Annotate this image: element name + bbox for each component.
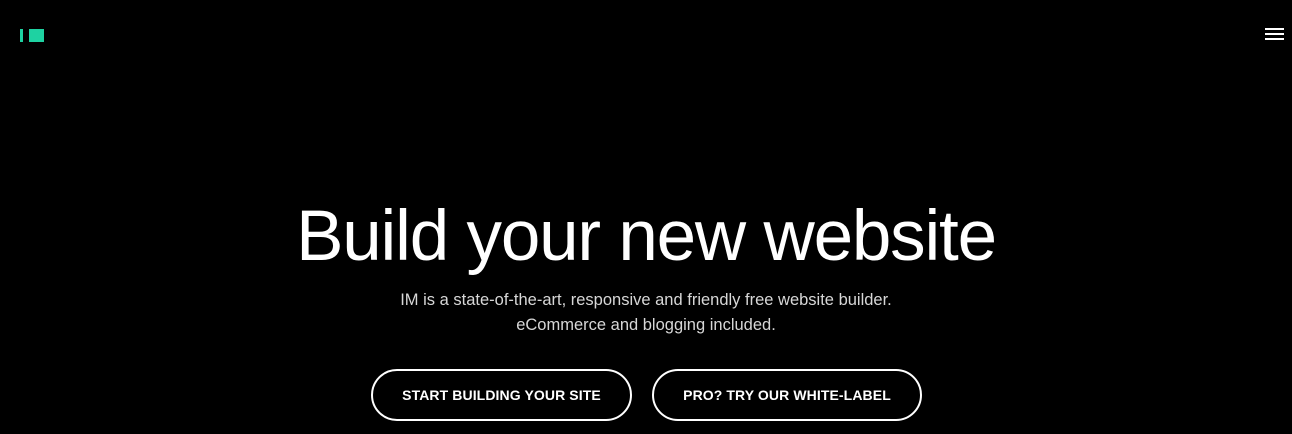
white-label-button[interactable]: PRO? TRY OUR WHITE-LABEL — [652, 369, 922, 421]
start-building-button[interactable]: START BUILDING YOUR SITE — [371, 369, 632, 421]
hero-subtitle-line: IM is a state-of-the-art, responsive and… — [400, 291, 892, 309]
hero-title: Build your new website — [296, 197, 997, 276]
hero-section: Build your new website IM is a state-of-… — [0, 0, 1292, 434]
hero-subtitle: IM is a state-of-the-art, responsive and… — [0, 288, 1292, 338]
hero-subtitle-line: eCommerce and blogging included. — [516, 316, 776, 334]
